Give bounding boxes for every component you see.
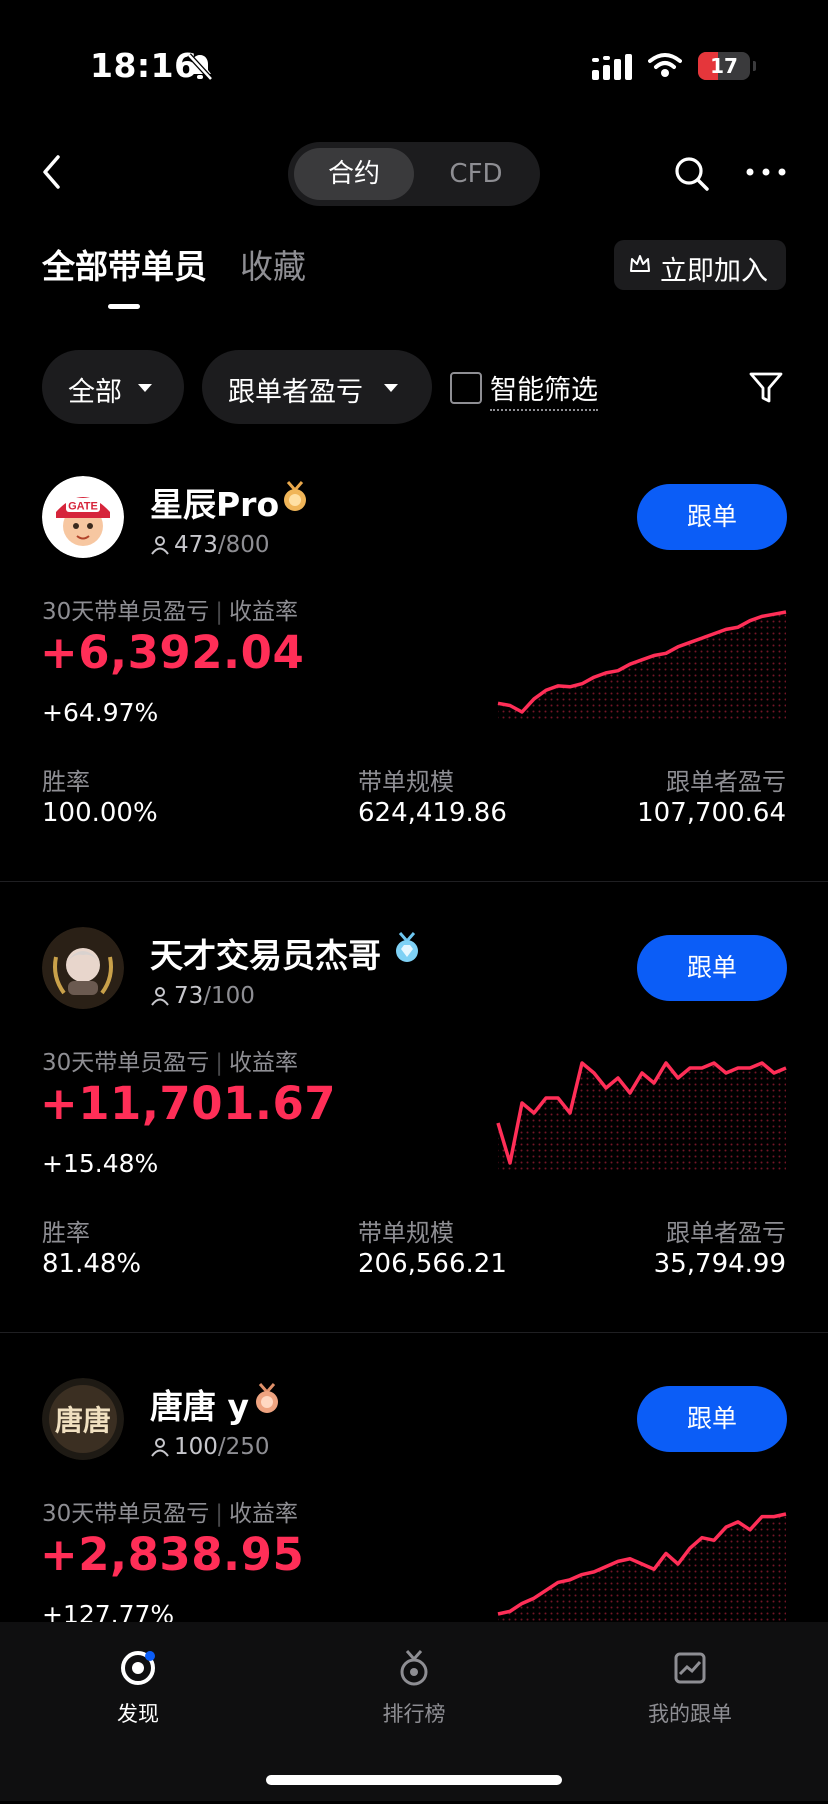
follower-current: 100 xyxy=(174,1434,218,1460)
follower-count: 100/250 xyxy=(150,1434,270,1460)
join-now-button[interactable]: 立即加入 xyxy=(614,240,786,290)
bronze-medal-icon xyxy=(256,1383,278,1413)
trader-card[interactable]: 天才交易员杰哥 73/100 跟单 30天带单员盈亏 | 收益率 +11,701.6… xyxy=(0,903,828,1353)
svg-text:唐唐: 唐唐 xyxy=(55,1404,111,1437)
segment-futures[interactable]: 合约 xyxy=(294,148,414,200)
tab-favorites[interactable]: 收藏 xyxy=(240,240,306,288)
scale-label: 带单规模 xyxy=(358,1219,454,1247)
roi-label: 收益率 xyxy=(229,1501,299,1527)
pnl-label: 30天带单员盈亏 xyxy=(42,1050,210,1076)
pnl-sparkline-chart xyxy=(496,1061,787,1173)
card-divider xyxy=(0,881,828,882)
pnl-roi-label: 30天带单员盈亏 | 收益率 xyxy=(42,599,299,625)
user-icon xyxy=(151,987,169,1006)
svg-text:GATE: GATE xyxy=(68,501,98,513)
follow-button[interactable]: 跟单 xyxy=(637,484,787,550)
more-horizontal-icon[interactable] xyxy=(746,168,786,176)
scale-value: 206,566.21 xyxy=(358,1249,507,1279)
tab-all-lead-traders[interactable]: 全部带单员 xyxy=(42,240,207,288)
back-chevron-icon[interactable] xyxy=(40,154,62,190)
battery-level: 17 xyxy=(710,54,738,78)
filter-all-dropdown[interactable]: 全部 xyxy=(42,350,184,424)
smart-filter-label[interactable]: 智能筛选 xyxy=(490,368,598,411)
cellular-signal-icon xyxy=(592,54,632,80)
scale-label: 带单规模 xyxy=(358,768,454,796)
follower-count: 73/100 xyxy=(150,983,255,1009)
follower-pnl-value: 107,700.64 xyxy=(637,798,786,828)
lead-trader-pnl: +6,392.04 xyxy=(40,626,305,679)
follow-button[interactable]: 跟单 xyxy=(637,1386,787,1452)
win-rate-value: 81.48% xyxy=(42,1249,142,1279)
filter-funnel-icon[interactable] xyxy=(748,370,784,406)
follower-current: 73 xyxy=(174,983,204,1009)
segment-cfd[interactable]: CFD xyxy=(418,148,534,200)
sort-follower-pnl-dropdown[interactable]: 跟单者盈亏 xyxy=(202,350,432,424)
follower-pnl-value: 35,794.99 xyxy=(653,1249,786,1279)
join-now-label: 立即加入 xyxy=(660,256,768,287)
home-indicator xyxy=(266,1775,562,1785)
bell-muted-icon xyxy=(187,53,213,81)
pnl-sparkline-chart xyxy=(497,610,787,722)
scale-value: 624,419.86 xyxy=(358,798,507,828)
trader-avatar[interactable] xyxy=(42,927,124,1009)
win-rate-label: 胜率 xyxy=(42,1219,90,1247)
pnl-sparkline-chart xyxy=(497,1512,787,1624)
sparkline-area xyxy=(498,1063,786,1173)
follower-current: 473 xyxy=(174,532,218,558)
pnl-roi-label: 30天带单员盈亏 | 收益率 xyxy=(42,1501,299,1527)
follower-max: /250 xyxy=(217,1434,270,1460)
crown-icon xyxy=(630,255,650,272)
chart-document-icon xyxy=(674,1652,706,1684)
wifi-icon xyxy=(648,53,682,77)
follower-count: 473/800 xyxy=(150,532,270,558)
trader-avatar[interactable]: GATE xyxy=(42,476,124,558)
roi-label: 收益率 xyxy=(229,1050,299,1076)
trader-card[interactable]: GATE 星辰Pro 473/800 跟单 30天带单员盈亏 | 收益率 +6,39… xyxy=(0,452,828,902)
sparkline-area xyxy=(498,1514,786,1624)
win-rate-value: 100.00% xyxy=(42,798,158,828)
sparkline-area xyxy=(498,612,786,722)
card-divider xyxy=(0,1332,828,1333)
pnl-label: 30天带单员盈亏 xyxy=(42,1501,210,1527)
caret-down-icon xyxy=(138,384,152,392)
follow-button[interactable]: 跟单 xyxy=(637,935,787,1001)
user-icon xyxy=(151,1438,169,1457)
follower-max: /800 xyxy=(217,532,270,558)
roi-label: 收益率 xyxy=(229,599,299,625)
nav-discover[interactable]: 发现 xyxy=(48,1648,228,1728)
follower-pnl-label: 跟单者盈亏 xyxy=(666,768,786,796)
pnl-roi-label: 30天带单员盈亏 | 收益率 xyxy=(42,1050,299,1076)
nav-my-copy-trades[interactable]: 我的跟单 xyxy=(600,1648,780,1728)
search-icon[interactable] xyxy=(674,156,710,192)
gold-medal-icon xyxy=(284,481,306,511)
caret-down-icon xyxy=(384,384,398,392)
nav-leaderboard-label: 排行榜 xyxy=(382,1702,446,1726)
user-icon xyxy=(151,536,169,555)
active-tab-indicator xyxy=(108,304,140,309)
pnl-label: 30天带单员盈亏 xyxy=(42,599,210,625)
nav-my-copy-trades-label: 我的跟单 xyxy=(648,1702,732,1726)
status-time: 18:16 xyxy=(90,46,198,85)
battery-indicator: 17 xyxy=(698,52,756,80)
diamond-medal-icon xyxy=(396,932,418,962)
smart-filter-checkbox[interactable] xyxy=(450,372,482,404)
nav-discover-label: 发现 xyxy=(117,1702,159,1726)
roi-value: +64.97% xyxy=(42,698,159,727)
trader-name[interactable]: 唐唐 y xyxy=(150,1380,249,1428)
roi-value: +15.48% xyxy=(42,1149,159,1178)
win-rate-label: 胜率 xyxy=(42,768,90,796)
product-segment-control: 合约 CFD xyxy=(288,142,540,206)
trader-name[interactable]: 星辰Pro xyxy=(150,478,279,526)
lead-trader-pnl: +11,701.67 xyxy=(40,1077,337,1130)
trader-avatar[interactable]: 唐唐 xyxy=(42,1378,124,1460)
medal-ranking-icon xyxy=(400,1650,428,1686)
follower-max: /100 xyxy=(203,983,255,1009)
follower-pnl-label: 跟单者盈亏 xyxy=(666,1219,786,1247)
filter-all-label: 全部 xyxy=(68,377,122,408)
lead-trader-pnl: +2,838.95 xyxy=(40,1528,305,1581)
sort-label: 跟单者盈亏 xyxy=(228,377,363,408)
discover-icon xyxy=(121,1651,155,1685)
trader-name[interactable]: 天才交易员杰哥 xyxy=(150,929,381,977)
nav-leaderboard[interactable]: 排行榜 xyxy=(324,1648,504,1728)
